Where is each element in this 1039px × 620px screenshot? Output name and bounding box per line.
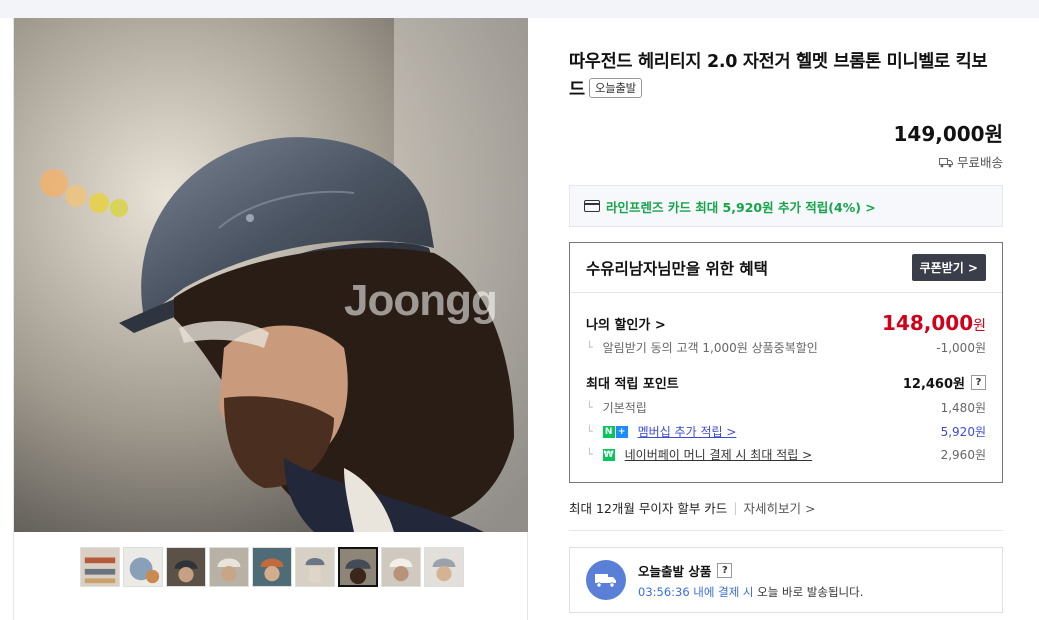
base-points-value: 1,480원 [940, 401, 986, 415]
thumbnail-5[interactable] [252, 547, 292, 587]
won-unit: 원 [973, 318, 986, 334]
coupon-discount-row: └ 알림받기 동의 고객 1,000원 상품중복할인 -1,000원 [586, 339, 986, 356]
today-ship-box: 오늘출발 상품 ? 03:56:36 내에 결제 시 오늘 바로 발송됩니다. [569, 547, 1003, 613]
today-ship-badge: 오늘출발 [588, 78, 642, 98]
today-ship-countdown: 03:56:36 내에 결제 시 [638, 584, 754, 599]
benefit-header: 수유리남자님만을 위한 혜택 쿠폰받기 > [570, 243, 1002, 293]
points-value: 12,460원 [902, 377, 965, 392]
my-price-value: 148,000원 [882, 311, 986, 335]
divider [569, 530, 1003, 531]
tree-corner: └ [586, 425, 593, 438]
credit-card-icon [584, 200, 600, 212]
thumbnail-2[interactable] [123, 547, 163, 587]
naver-pay-icon: ₩ [602, 448, 615, 461]
card-promo-text: 라인프렌즈 카드 최대 5,920원 추가 적립(4%) > [606, 199, 876, 215]
today-ship-desc: 03:56:36 내에 결제 시 오늘 바로 발송됩니다. [638, 584, 863, 600]
delivery-truck-icon [586, 560, 626, 600]
card-promo-banner[interactable]: 라인프렌즈 카드 최대 5,920원 추가 적립(4%) > [569, 185, 1003, 227]
tree-corner: └ [586, 401, 593, 414]
base-points-label: 기본적립 [602, 401, 647, 415]
thumbnail-1[interactable] [80, 547, 120, 587]
base-points-row: └ 기본적립 1,480원 [586, 399, 986, 416]
coupon-button[interactable]: 쿠폰받기 > [911, 254, 986, 281]
membership-points-link[interactable]: 멤버십 추가 적립 > [638, 423, 737, 440]
npay-points-row: └ ₩ 네이버페이 머니 결제 시 최대 적립 > 2,960원 [586, 446, 986, 463]
thumbnail-8[interactable] [381, 547, 421, 587]
installment-text: 최대 12개월 무이자 할부 카드 [569, 501, 728, 516]
coupon-amount: -1,000원 [936, 341, 986, 355]
membership-points-row: └ N + 멤버십 추가 적립 > 5,920원 [586, 423, 986, 440]
benefit-box: 수유리남자님만을 위한 혜택 쿠폰받기 > 나의 할인가 > 148,000원 … [569, 242, 1003, 483]
npay-points-value: 2,960원 [940, 448, 986, 462]
thumbnail-7-selected[interactable] [338, 547, 378, 587]
top-bar [0, 0, 1039, 18]
thumbnail-6[interactable] [295, 547, 335, 587]
my-price-label[interactable]: 나의 할인가 > [586, 314, 666, 333]
image-watermark: Joongg [344, 276, 498, 325]
my-price-number: 148,000 [882, 311, 974, 335]
shipping-text: 무료배송 [956, 155, 1003, 170]
today-ship-desc-text: 오늘 바로 발송됩니다. [753, 584, 864, 599]
points-row: 최대 적립 포인트 12,460원? [586, 373, 986, 392]
thumbnail-9[interactable] [424, 547, 464, 587]
thumbnail-strip [80, 547, 464, 587]
product-title: 따우전드 헤리티지 2.0 자전거 헬멧 브롬톤 미니벨로 킥보드 오늘출발 [569, 48, 1003, 104]
naver-plus-membership-icon: N + [602, 425, 628, 438]
points-label: 최대 적립 포인트 [586, 377, 679, 392]
today-ship-help-button[interactable]: ? [717, 562, 733, 578]
installment-more-link[interactable]: 자세히보기 > [744, 498, 816, 517]
thumbnail-3[interactable] [166, 547, 206, 587]
separator: | [733, 500, 738, 515]
product-price: 149,000원 [893, 122, 1004, 146]
tree-corner: └ [586, 341, 593, 354]
shipping-info: 무료배송 [938, 152, 1003, 171]
main-product-image[interactable]: Joongg [14, 18, 528, 532]
benefit-title: 수유리남자님만을 위한 혜택 [586, 259, 768, 278]
today-ship-title: 오늘출발 상품 [638, 563, 712, 579]
membership-points-value: 5,920원 [940, 425, 986, 439]
npay-points-link[interactable]: 네이버페이 머니 결제 시 최대 적립 > [625, 446, 813, 463]
my-price-row: 나의 할인가 > 148,000원 [586, 311, 986, 335]
points-help-button[interactable]: ? [971, 375, 986, 390]
today-ship-title-row: 오늘출발 상품 ? [638, 561, 863, 580]
product-gallery: Joongg [13, 18, 528, 620]
thumbnail-4[interactable] [209, 547, 249, 587]
truck-icon [938, 157, 953, 167]
tree-corner: └ [586, 448, 593, 461]
coupon-desc: 알림받기 동의 고객 1,000원 상품중복할인 [602, 341, 818, 355]
installment-row: 최대 12개월 무이자 할부 카드 | 자세히보기 > [569, 498, 1003, 517]
